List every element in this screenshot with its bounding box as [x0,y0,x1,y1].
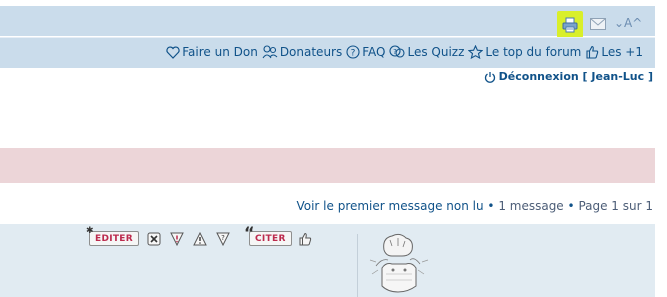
nav-label: Les Quizz [407,45,465,59]
bullet-separator: • [487,199,495,213]
page-info: Page 1 sur 1 [578,199,653,213]
thumbs-up-icon [586,45,599,59]
avatar [369,233,429,293]
post-container: ✱ EDITER ? “ CITER [0,223,655,297]
logout-label: Déconnexion [ Jean-Luc ] [498,70,653,83]
heart-icon [166,45,180,59]
edit-button[interactable]: ✱ EDITER [86,226,139,246]
envelope-icon[interactable] [590,17,606,31]
nav-links: Faire un Don Donateurs ? FAQ ? Les Quizz… [162,45,643,59]
post-actions: ✱ EDITER ? “ CITER [86,223,313,246]
warning-icon [193,231,207,245]
svg-text:?: ? [221,234,225,242]
top-toolbar: ⌄A^ [0,6,655,38]
help-icon: ? [346,45,360,59]
quote-button[interactable]: “ CITER [244,223,292,246]
logout-link[interactable]: Déconnexion [ Jean-Luc ] [484,70,653,83]
nav-label: Donateurs [279,45,343,59]
info-icon: ? [216,232,230,246]
nav-item-le-top-du-forum[interactable]: Le top du forum [468,45,581,59]
font-size-toggle[interactable]: ⌄A^ [614,16,642,30]
nav-item-faq[interactable]: ? FAQ [346,45,385,59]
quote-label: CITER [255,233,286,244]
like-button[interactable] [297,231,313,246]
message-count: 1 message [498,199,564,213]
delete-button[interactable] [146,231,162,246]
asterisk-icon: ✱ [86,226,94,236]
nav-bar: Faire un Don Donateurs ? FAQ ? Les Quizz… [0,37,655,68]
star-icon [468,45,484,59]
donors-icon [262,45,278,59]
power-icon [484,71,495,83]
bullet-separator: • [567,199,575,213]
nav-label: FAQ [362,45,386,59]
svg-text:?: ? [351,49,356,59]
printer-icon [562,17,578,32]
nav-item-les-quizz[interactable]: ? Les Quizz [389,45,464,59]
info-button[interactable]: ? [215,231,231,246]
topic-pagination: Voir le premier message non lu • 1 messa… [296,199,653,213]
report-button[interactable] [169,231,185,246]
nav-item-faire-un-don[interactable]: Faire un Don [166,45,258,59]
edit-label: EDITER [95,233,133,244]
first-unread-link[interactable]: Voir le premier message non lu [296,199,483,213]
delete-icon [147,232,161,245]
nav-label: Faire un Don [182,45,258,59]
svg-text:?: ? [394,48,398,56]
nav-item-les-plus-1[interactable]: Les +1 [585,45,643,59]
print-button[interactable] [557,11,583,38]
quote-icon: “ [244,223,255,242]
post-divider [357,234,358,297]
report-icon [170,232,184,246]
notice-band [0,148,655,183]
warning-button[interactable] [192,231,208,246]
nav-label: Les +1 [601,45,643,59]
thumbs-up-icon [299,232,311,245]
nav-label: Le top du forum [485,45,582,59]
nav-item-donateurs[interactable]: Donateurs [262,45,342,59]
quiz-icon: ? [389,45,406,58]
